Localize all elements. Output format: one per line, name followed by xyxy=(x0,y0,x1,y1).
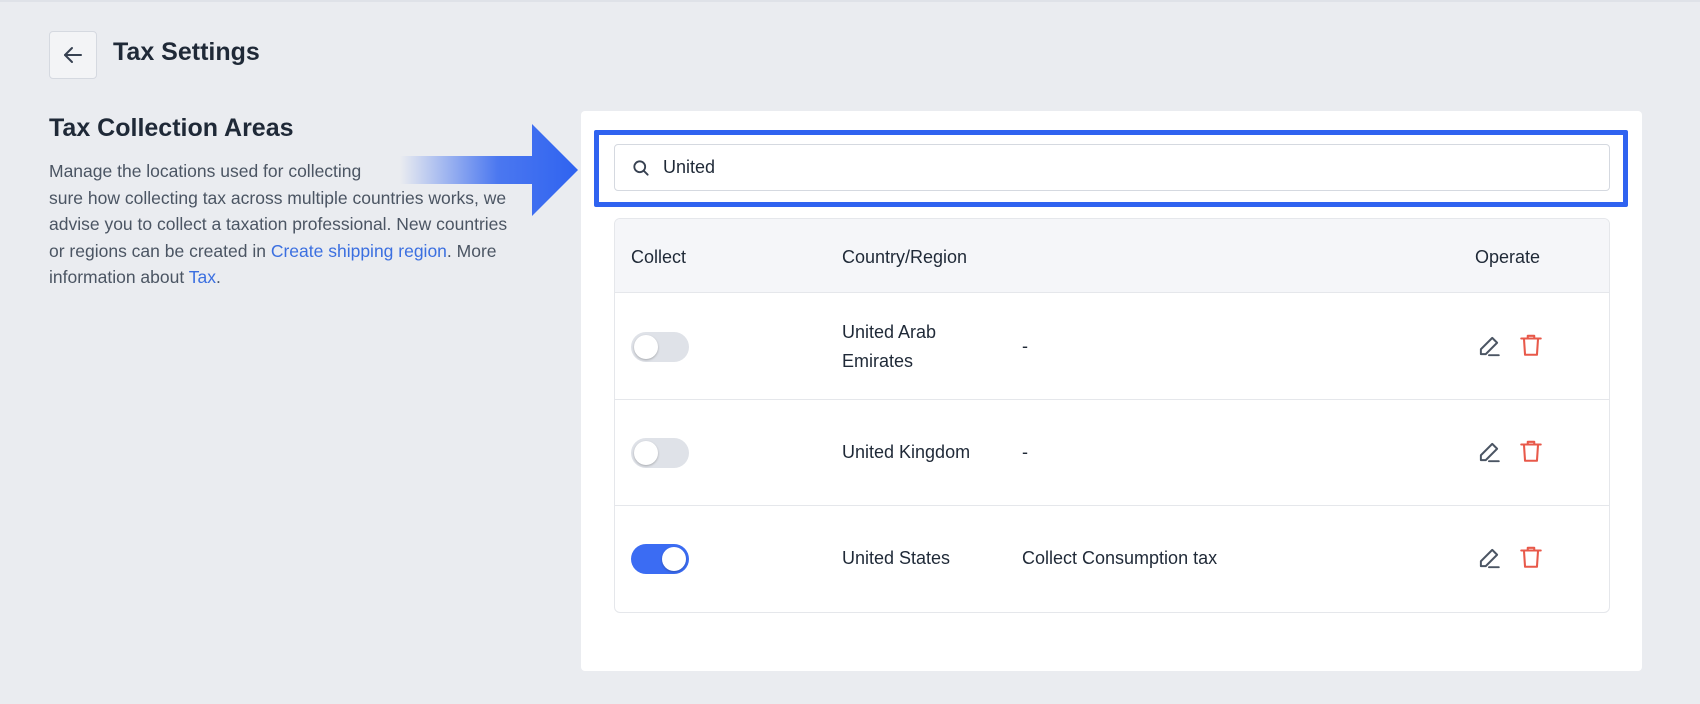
country-name: United Kingdom xyxy=(842,442,971,462)
trash-icon[interactable] xyxy=(1518,438,1544,464)
search-input[interactable] xyxy=(663,157,1563,178)
table-row: United Kingdom - xyxy=(615,400,1609,506)
pointer-arrow-annotation xyxy=(400,124,578,216)
trash-icon[interactable] xyxy=(1518,544,1544,570)
back-button[interactable] xyxy=(49,31,97,79)
trash-icon[interactable] xyxy=(1518,332,1544,358)
country-name: United States xyxy=(842,548,951,568)
tax-info-link[interactable]: Tax xyxy=(189,267,216,287)
section-title: Tax Collection Areas xyxy=(49,114,294,142)
header-country: Country/Region xyxy=(842,247,968,267)
header-operate: Operate xyxy=(1475,247,1541,267)
country-name: United Arab Emirates xyxy=(842,322,937,371)
tax-description: - xyxy=(1022,336,1028,356)
tax-description: Collect Consumption tax xyxy=(1022,548,1218,568)
tax-description: - xyxy=(1022,442,1028,462)
table-row: United States Collect Consumption tax xyxy=(615,506,1609,612)
top-border xyxy=(0,0,1700,2)
edit-icon[interactable] xyxy=(1476,333,1502,359)
search-icon xyxy=(633,159,649,176)
edit-icon[interactable] xyxy=(1476,545,1502,571)
search-field[interactable] xyxy=(614,144,1610,191)
table-row: United Arab Emirates - xyxy=(615,294,1609,400)
table-header: Collect Country/Region Operate xyxy=(615,219,1609,293)
collect-toggle[interactable] xyxy=(631,438,689,468)
collect-toggle[interactable] xyxy=(631,544,689,574)
tax-areas-table: Collect Country/Region Operate United Ar… xyxy=(614,218,1610,613)
edit-icon[interactable] xyxy=(1476,439,1502,465)
arrow-left-icon xyxy=(64,47,82,63)
header-collect: Collect xyxy=(631,247,687,267)
collect-toggle[interactable] xyxy=(631,332,689,362)
create-shipping-region-link[interactable]: Create shipping region xyxy=(271,241,447,261)
page-title: Tax Settings xyxy=(113,38,260,66)
